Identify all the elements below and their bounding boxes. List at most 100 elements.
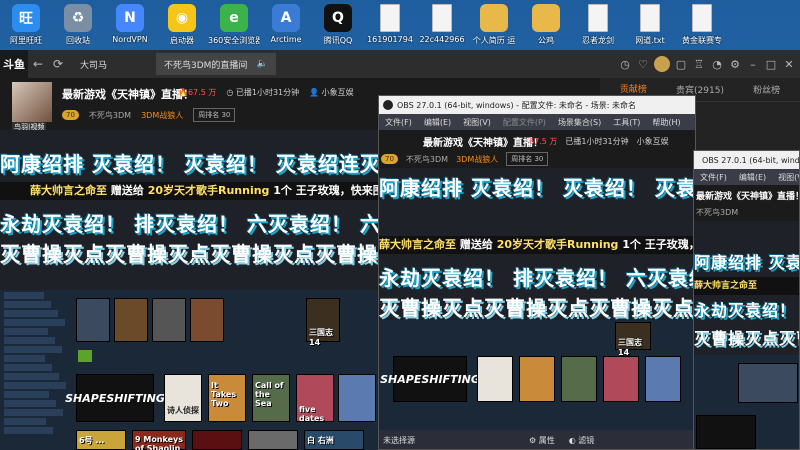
obs-menu-item[interactable]: 编辑(E) bbox=[739, 172, 766, 183]
fan-badge[interactable]: 3DM战狼人 bbox=[141, 110, 183, 121]
host-name[interactable]: 不死鸟3DM bbox=[89, 110, 131, 121]
library-row[interactable] bbox=[4, 346, 62, 353]
desktop-icon-label: 回收站 bbox=[66, 36, 90, 45]
library-row[interactable] bbox=[4, 427, 53, 434]
library-row[interactable] bbox=[4, 382, 66, 389]
game-cover[interactable]: 三国志14 bbox=[306, 298, 340, 347]
obs-menu-item[interactable]: 视图(V) bbox=[463, 117, 491, 128]
danmaku-line: 永劫灭袁绍！ 排灭袁绍！ 六灭袁绍！ 六灭袁绍！ bbox=[694, 301, 799, 320]
tab-dasima[interactable]: 大司马 bbox=[72, 53, 152, 75]
library-row[interactable] bbox=[4, 355, 45, 362]
five-dates-tile[interactable]: five dates bbox=[296, 374, 334, 423]
poet-detective-tile[interactable]: 诗人侦探 bbox=[164, 374, 202, 422]
obs-menu-item[interactable]: 工具(T) bbox=[613, 117, 640, 128]
settings-icon[interactable]: ⚙ bbox=[728, 57, 742, 71]
360-browser-icon: e bbox=[220, 4, 248, 32]
game-cover[interactable] bbox=[338, 374, 376, 422]
obs-titlebar[interactable]: OBS 27.0.1 (64-bit, windows) - 配置文件: 未命名… bbox=[379, 96, 695, 114]
rank-box[interactable]: 周排名 30 bbox=[193, 108, 236, 122]
obs-menu-item[interactable]: 配置文件(P) bbox=[503, 117, 546, 128]
library-row[interactable] bbox=[4, 301, 51, 308]
preview-room-title: 最新游戏《天神镇》直播！ bbox=[696, 192, 800, 202]
game-cover[interactable] bbox=[76, 298, 110, 342]
obs-title: OBS 27.0.1 (64-bit, windows) bbox=[702, 155, 800, 165]
back-arrow-icon[interactable]: ← bbox=[28, 57, 48, 71]
shapeshifting-tile[interactable]: SHAPESHIFTING bbox=[65, 374, 165, 422]
properties-button[interactable]: ⚙ 属性 bbox=[529, 435, 555, 446]
library-row[interactable] bbox=[4, 409, 63, 416]
history-icon[interactable]: ◷ bbox=[618, 57, 632, 71]
desktop-icon[interactable]: 忍者龙剑 bbox=[572, 0, 624, 50]
game-cover[interactable] bbox=[248, 430, 298, 450]
obs-menu-item[interactable]: 编辑(E) bbox=[424, 117, 451, 128]
minimize-icon[interactable]: – bbox=[746, 57, 760, 71]
streamer-avatar[interactable] bbox=[12, 82, 52, 122]
douyu-logo[interactable]: 斗鱼 bbox=[0, 50, 28, 78]
desktop-icon-label: 360安全浏览器 bbox=[208, 36, 260, 45]
desktop-icon[interactable]: 个人简历 运 bbox=[468, 0, 520, 50]
library-row[interactable] bbox=[4, 400, 56, 407]
game-6-tile[interactable]: 6号 ... bbox=[76, 430, 126, 450]
obs-source-bar: 未选择源 ⚙ 属性 ◐ 滤镜 bbox=[379, 430, 695, 449]
preview-steam bbox=[694, 355, 799, 449]
steam-library-grid: 三国志14 SHAPESHIFTING 诗人侦探 It Takes Two Ca… bbox=[65, 290, 380, 450]
desktop-icon[interactable]: 网道.txt bbox=[624, 0, 676, 50]
gift-icon[interactable]: ▢ bbox=[674, 57, 688, 71]
desktop-icon[interactable]: Q 腾讯QQ bbox=[312, 0, 364, 50]
game-cover[interactable] bbox=[114, 298, 148, 342]
desktop-icon[interactable]: 161901794 bbox=[364, 0, 416, 50]
game-cover[interactable] bbox=[190, 298, 224, 342]
game-cover[interactable] bbox=[152, 298, 186, 342]
close-icon[interactable]: ✕ bbox=[782, 57, 796, 71]
desktop-icon[interactable]: ◉ 启动器 bbox=[156, 0, 208, 50]
obs-titlebar[interactable]: OBS 27.0.1 (64-bit, windows) bbox=[694, 151, 799, 169]
obs-menu-item[interactable]: 视图(V) bbox=[778, 172, 799, 183]
library-row[interactable] bbox=[4, 292, 44, 299]
library-row[interactable] bbox=[4, 373, 59, 380]
desktop-icon[interactable]: 公鸡 bbox=[520, 0, 572, 50]
desktop-icon[interactable]: N NordVPN bbox=[104, 0, 156, 50]
desktop-icon[interactable]: 黄金联赛专 bbox=[676, 0, 728, 50]
nine-monkeys-tile[interactable]: 9 Monkeys of Shaolin bbox=[132, 430, 186, 450]
library-row[interactable] bbox=[4, 391, 49, 398]
danmaku-line: 永劫灭袁绍！ 排灭袁绍！ 六灭袁绍！ 六灭袁绍！ bbox=[379, 266, 695, 290]
maximize-icon[interactable]: □ bbox=[764, 57, 778, 71]
desktop-icon[interactable]: 旺阿里旺旺 bbox=[0, 0, 52, 50]
tab-fans[interactable]: 粉丝榜 bbox=[733, 78, 800, 101]
desktop-icon[interactable]: A Arctime bbox=[260, 0, 312, 50]
library-row[interactable] bbox=[4, 418, 46, 425]
notify-icon[interactable]: ◔ bbox=[710, 57, 724, 71]
library-row[interactable] bbox=[4, 364, 52, 371]
library-row[interactable] bbox=[4, 310, 58, 317]
desktop-icon[interactable]: ♻ 回收站 bbox=[52, 0, 104, 50]
stream-video[interactable]: 阿康绍排 灭袁绍！ 灭袁绍！ 灭袁绍连灭袁绍连 灭袁绍！ 薛大帅言之命至 赠送给… bbox=[0, 130, 380, 450]
mute-icon[interactable]: 🔈 bbox=[257, 59, 268, 69]
obs-preview[interactable]: 最新游戏《天神镇》直播！ 67.5 万 已播1小时31分钟 小象互娱 70 不死… bbox=[379, 130, 695, 430]
it-takes-two-tile[interactable]: It Takes Two bbox=[208, 374, 246, 422]
library-row[interactable] bbox=[4, 319, 65, 326]
no-source-label: 未选择源 bbox=[383, 436, 415, 445]
game-cover[interactable] bbox=[192, 430, 242, 450]
library-row[interactable] bbox=[4, 337, 55, 344]
user-avatar[interactable] bbox=[654, 56, 670, 72]
room-title: 最新游戏《天神镇》直播！ bbox=[62, 88, 194, 101]
tab-3dm-room[interactable]: 不死鸟3DM的直播间 🔈 bbox=[156, 53, 276, 75]
desktop-icon[interactable]: e 360安全浏览器 bbox=[208, 0, 260, 50]
heart-icon[interactable]: ♡ bbox=[636, 57, 650, 71]
play-button[interactable] bbox=[78, 350, 92, 362]
obs-menu-item[interactable]: 帮助(H) bbox=[652, 117, 680, 128]
room-subinfo: 70 不死鸟3DM 3DM战狼人 周排名 30 bbox=[62, 108, 236, 122]
obs-menu-item[interactable]: 文件(F) bbox=[385, 117, 412, 128]
desktop-icon-label: 阿里旺旺 bbox=[10, 36, 42, 45]
refresh-icon[interactable]: ⟳ bbox=[48, 57, 68, 71]
preview-steam: SHAPESHIFTING 三国志14 bbox=[379, 320, 695, 430]
obs-menu-item[interactable]: 文件(F) bbox=[700, 172, 727, 183]
call-of-the-sea-tile[interactable]: Call of the Sea bbox=[252, 374, 290, 422]
shirt-icon[interactable]: ♖ bbox=[692, 57, 706, 71]
bai-youzhou-tile[interactable]: 白 右洲 bbox=[304, 430, 364, 450]
library-row[interactable] bbox=[4, 328, 48, 335]
obs-menu-item[interactable]: 场景集合(S) bbox=[558, 117, 601, 128]
filters-button[interactable]: ◐ 滤镜 bbox=[569, 435, 595, 446]
desktop-icon[interactable]: 22c442966 bbox=[416, 0, 468, 50]
obs-preview[interactable]: 最新游戏《天神镇》直播！ 不死鸟3DM 阿康绍排 灭袁绍！ 灭袁绍！ 灭袁绍连灭… bbox=[694, 185, 800, 449]
